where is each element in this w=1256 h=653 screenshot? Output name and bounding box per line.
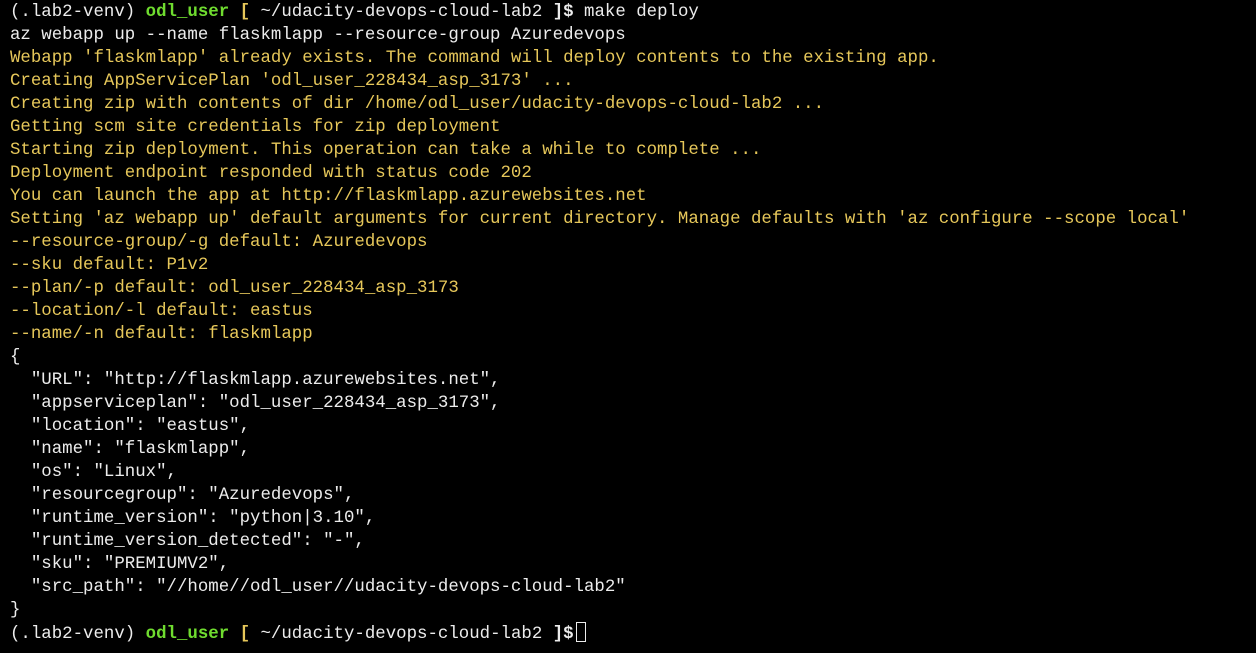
command-text: make deploy [584,3,699,22]
output-line: Webapp 'flaskmlapp' already exists. The … [10,49,939,68]
prompt-bracket-open: [ [239,3,251,22]
command-output: az webapp up --name flaskmlapp --resourc… [10,24,1256,622]
text-cursor[interactable] [575,622,586,642]
output-line: --name/-n default: flaskmlapp [10,325,313,344]
prompt-line-2[interactable]: (.lab2-venv) odl_user [ ~/udacity-devops… [10,622,1256,645]
output-line: { [10,348,21,367]
output-line: Setting 'az webapp up' default arguments… [10,210,1190,229]
output-line: "sku": "PREMIUMV2", [10,555,230,574]
output-line: Creating AppServicePlan 'odl_user_228434… [10,72,574,91]
prompt-path: ~/udacity-devops-cloud-lab2 [260,625,543,644]
output-line: "appserviceplan": "odl_user_228434_asp_3… [10,394,501,413]
venv-label: (.lab2-venv) [10,625,136,644]
output-line: "name": "flaskmlapp", [10,440,251,459]
output-line: Deployment endpoint responded with statu… [10,164,532,183]
output-line: "runtime_version_detected": "-", [10,532,365,551]
prompt-user: odl_user [145,3,230,22]
output-line: "src_path": "//home//odl_user//udacity-d… [10,578,626,597]
output-line: az webapp up --name flaskmlapp --resourc… [10,26,626,45]
output-line: --plan/-p default: odl_user_228434_asp_3… [10,279,459,298]
output-line: } [10,601,21,620]
output-line: Getting scm site credentials for zip dep… [10,118,501,137]
output-line: Starting zip deployment. This operation … [10,141,762,160]
output-line: --location/-l default: eastus [10,302,313,321]
terminal-window[interactable]: (.lab2-venv) odl_user [ ~/udacity-devops… [0,0,1256,653]
prompt-path: ~/udacity-devops-cloud-lab2 [260,3,543,22]
output-line: Creating zip with contents of dir /home/… [10,95,825,114]
venv-label: (.lab2-venv) [10,3,136,22]
output-line: --resource-group/-g default: Azuredevops [10,233,428,252]
prompt-symbol: ]$ [552,625,574,644]
output-line: "URL": "http://flaskmlapp.azurewebsites.… [10,371,501,390]
output-line: "os": "Linux", [10,463,177,482]
output-line: "runtime_version": "python|3.10", [10,509,376,528]
output-line: --sku default: P1v2 [10,256,209,275]
output-line: "location": "eastus", [10,417,251,436]
prompt-bracket-open: [ [239,625,251,644]
prompt-line-1: (.lab2-venv) odl_user [ ~/udacity-devops… [10,1,1256,24]
prompt-symbol: ]$ [552,3,574,22]
prompt-user: odl_user [145,625,230,644]
output-line: "resourcegroup": "Azuredevops", [10,486,355,505]
output-line: You can launch the app at http://flaskml… [10,187,647,206]
